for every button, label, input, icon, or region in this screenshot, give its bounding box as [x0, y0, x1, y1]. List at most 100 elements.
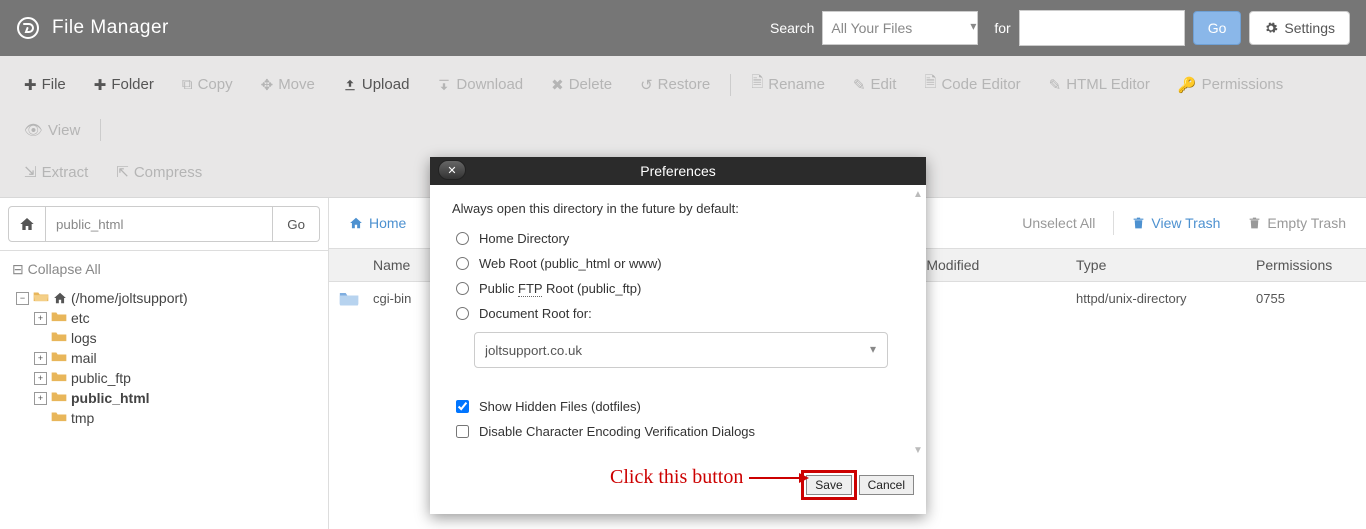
expand-toggle-icon[interactable]: + — [34, 372, 47, 385]
app-header: File Manager Search All Your Files for G… — [0, 0, 1366, 56]
pref-heading: Always open this directory in the future… — [452, 201, 904, 216]
search-input[interactable] — [1019, 10, 1185, 46]
expand-toggle-icon[interactable]: + — [34, 312, 47, 325]
path-go-button[interactable]: Go — [273, 206, 320, 242]
home-icon — [19, 216, 35, 232]
file-label: File — [42, 76, 66, 93]
empty-trash-label: Empty Trash — [1267, 215, 1346, 231]
compress-button[interactable]: ⇱Compress — [106, 155, 212, 189]
radio-input[interactable] — [456, 282, 469, 295]
tree-root[interactable]: − (/home/joltsupport) — [16, 288, 318, 308]
scrollbar[interactable]: ▲ ▼ — [912, 189, 924, 456]
tree-item[interactable]: +etc — [16, 308, 318, 328]
collapse-toggle-icon[interactable]: − — [16, 292, 29, 305]
search-scope-select[interactable]: All Your Files — [822, 11, 978, 45]
folder-label: Folder — [111, 76, 154, 93]
cell-perm: 0755 — [1256, 291, 1366, 306]
tree-item[interactable]: tmp — [16, 408, 318, 428]
delete-button[interactable]: ✖Delete — [541, 64, 622, 105]
nav-home-button[interactable]: Home — [335, 207, 420, 239]
search-go-button[interactable]: Go — [1193, 11, 1242, 45]
compress-icon: ⇱ — [116, 163, 129, 181]
folder-open-icon — [33, 290, 49, 306]
path-input[interactable] — [46, 206, 273, 242]
tree-item[interactable]: logs — [16, 328, 318, 348]
expand-toggle-icon[interactable]: + — [34, 352, 47, 365]
html-editor-button[interactable]: ✎HTML Editor — [1039, 64, 1160, 105]
extract-icon: ⇲ — [24, 163, 37, 181]
radio-input[interactable] — [456, 257, 469, 270]
tree-item-label: logs — [71, 330, 97, 346]
trash-icon — [1132, 216, 1145, 230]
view-button[interactable]: 👁 View — [14, 113, 90, 147]
download-icon — [437, 78, 451, 92]
pencil-icon: ✎ — [853, 76, 866, 94]
radio-input[interactable] — [456, 232, 469, 245]
copy-label: Copy — [198, 76, 233, 93]
permissions-button[interactable]: 🔑Permissions — [1168, 64, 1293, 105]
rename-label: Rename — [768, 76, 825, 93]
col-type[interactable]: Type — [1076, 257, 1256, 273]
toolbar-separator — [100, 119, 101, 141]
extract-button[interactable]: ⇲Extract — [14, 155, 98, 189]
cpanel-logo-icon — [16, 16, 52, 40]
path-home-button[interactable] — [8, 206, 46, 242]
download-button[interactable]: Download — [427, 64, 533, 105]
save-button[interactable]: Save — [806, 475, 851, 495]
document-root-select[interactable]: joltsupport.co.uk — [474, 332, 888, 368]
checkbox-label: Disable Character Encoding Verification … — [479, 424, 755, 439]
checkbox-label: Show Hidden Files (dotfiles) — [479, 399, 641, 414]
tree-item[interactable]: +mail — [16, 348, 318, 368]
dialog-body: ▲ ▼ Always open this directory in the fu… — [430, 185, 926, 460]
radio-label: Home Directory — [479, 231, 569, 246]
view-trash-button[interactable]: View Trash — [1118, 207, 1234, 239]
radio-label: Document Root for: — [479, 306, 592, 321]
empty-trash-button[interactable]: Empty Trash — [1234, 207, 1360, 239]
edit-label: Edit — [871, 76, 897, 93]
collapse-all-button[interactable]: ⊟ Collapse All — [0, 251, 328, 288]
dialog-close-button[interactable]: ✕ — [438, 160, 466, 180]
new-file-button[interactable]: ✚File — [14, 64, 76, 105]
code-editor-button[interactable]: 🗎Code Editor — [914, 64, 1030, 105]
new-folder-button[interactable]: ✚Folder — [84, 64, 164, 105]
folder-icon — [51, 350, 67, 366]
folder-icon — [51, 330, 67, 346]
folder-icon — [51, 370, 67, 386]
checkbox-input[interactable] — [456, 425, 469, 438]
restore-button[interactable]: ↺Restore — [630, 64, 720, 105]
col-permissions[interactable]: Permissions — [1256, 257, 1366, 273]
expand-toggle-icon[interactable]: + — [34, 392, 47, 405]
rename-button[interactable]: 🗎Rename — [741, 64, 835, 105]
radio-web-root[interactable]: Web Root (public_html or www) — [452, 251, 904, 276]
save-highlight-box: Save — [801, 470, 856, 500]
edit-button[interactable]: ✎ Edit — [843, 64, 906, 105]
settings-label: Settings — [1284, 20, 1335, 36]
tree-item[interactable]: +public_html — [16, 388, 318, 408]
copy-button[interactable]: ⧉Copy — [172, 64, 243, 105]
collapse-label: Collapse All — [28, 261, 101, 277]
html-editor-label: HTML Editor — [1066, 76, 1150, 93]
annotation: Click this button — [610, 466, 809, 489]
checkbox-input[interactable] — [456, 400, 469, 413]
folder-tree: − (/home/joltsupport) +etclogs+mail+publ… — [0, 288, 328, 438]
checkbox-show-hidden[interactable]: Show Hidden Files (dotfiles) — [452, 394, 904, 419]
upload-button[interactable]: Upload — [333, 64, 420, 105]
dialog-titlebar[interactable]: ✕ Preferences — [430, 157, 926, 185]
app-title: File Manager — [52, 17, 169, 39]
unselect-all-button[interactable]: Unselect All — [1008, 207, 1109, 239]
checkbox-encoding[interactable]: Disable Character Encoding Verification … — [452, 419, 904, 444]
radio-home-directory[interactable]: Home Directory — [452, 226, 904, 251]
move-button[interactable]: ✥Move — [251, 64, 325, 105]
eye-icon: 👁 — [24, 121, 43, 139]
radio-input[interactable] — [456, 307, 469, 320]
home-icon — [53, 291, 67, 305]
tree-item[interactable]: +public_ftp — [16, 368, 318, 388]
cancel-button[interactable]: Cancel — [859, 475, 914, 495]
view-label: View — [48, 122, 80, 139]
path-row: Go — [0, 198, 328, 251]
radio-public-ftp[interactable]: Public FTP Root (public_ftp) — [452, 276, 904, 301]
settings-button[interactable]: Settings — [1249, 11, 1350, 45]
radio-label: Public FTP Root (public_ftp) — [479, 281, 641, 296]
dialog-title: Preferences — [640, 163, 715, 179]
radio-document-root[interactable]: Document Root for: — [452, 301, 904, 326]
